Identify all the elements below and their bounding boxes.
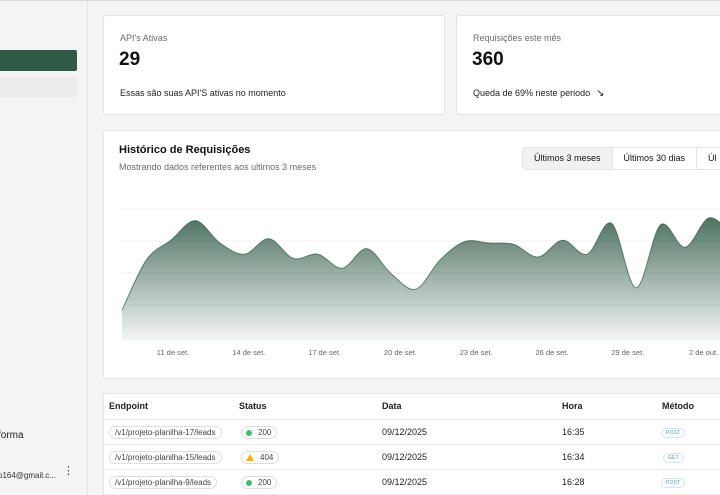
endpoint-badge: /v1/projeto-planilha-17/leads (109, 426, 222, 439)
method-badge: POST (661, 478, 686, 488)
date-cell: 09/12/2025 (382, 427, 428, 437)
column-header-method[interactable]: Método (662, 401, 694, 411)
date-cell: 09/12/2025 (382, 452, 428, 462)
x-tick-label: 26 de set. (536, 348, 569, 357)
sidebar-item[interactable] (0, 77, 77, 97)
time-cell: 16:28 (562, 477, 585, 487)
tab-last-30-days[interactable]: Últimos 30 dias (613, 148, 698, 169)
column-header-date[interactable]: Data (382, 401, 402, 411)
sidebar-org-label[interactable]: forma (0, 430, 24, 441)
range-selector: Últimos 3 meses Últimos 30 dias Úl (522, 147, 720, 170)
stat-card-requests-month: Requisições este mês 360 Queda de 69% ne… (456, 15, 720, 115)
status-ok-icon (246, 479, 252, 486)
status-code: 404 (260, 453, 274, 462)
trend-down-icon: ↘ (596, 88, 605, 99)
status-badge: 200 (241, 476, 278, 489)
x-tick-label: 23 de set. (460, 348, 493, 357)
x-tick-label: 17 de set. (308, 348, 341, 357)
stat-description: Queda de 69% neste periodo ↘ (473, 88, 604, 99)
x-tick-label: 2 de out. (689, 348, 718, 357)
sidebar: forma o164@gmail.c... ⋮ (0, 1, 88, 495)
status-badge: 404 (241, 451, 280, 464)
time-cell: 16:35 (562, 427, 585, 437)
time-cell: 16:34 (562, 452, 585, 462)
top-border (0, 0, 720, 1)
table-row[interactable]: /v1/projeto-planilha-17/leads 200 09/12/… (104, 420, 720, 445)
status-code: 200 (258, 428, 272, 437)
status-code: 200 (258, 478, 272, 487)
chart-x-axis: 11 de set. 14 de set. 17 de set. 20 de set.… (157, 348, 718, 357)
column-header-time[interactable]: Hora (562, 401, 583, 411)
column-header-endpoint[interactable]: Endpoint (109, 401, 148, 411)
more-options-icon[interactable]: ⋮ (63, 464, 74, 478)
table-row[interactable]: /v1/projeto-planilha-9/leads 200 09/12/2… (104, 470, 720, 495)
method-badge: GET (663, 453, 684, 463)
stat-card-active-apis: API's Ativas 29 Essas são suas API'S ati… (103, 15, 445, 115)
stat-label: API's Ativas (120, 33, 168, 43)
stat-description: Essas são suas API'S ativas no momento (120, 88, 286, 98)
requests-history-card: 11 de set. 14 de set. 17 de set. 20 de set.… (103, 130, 720, 379)
user-email: o164@gmail.c... (0, 471, 56, 480)
table-row[interactable]: /v1/projeto-planilha-15/leads 404 09/12/… (104, 445, 720, 470)
stat-value: 360 (472, 49, 504, 70)
status-ok-icon (246, 429, 252, 436)
x-tick-label: 14 de set. (232, 348, 265, 357)
x-tick-label: 20 de set. (384, 348, 417, 357)
stat-label: Requisições este mês (473, 33, 562, 43)
sidebar-item-active[interactable] (0, 50, 77, 71)
status-badge: 200 (241, 426, 278, 439)
endpoint-badge: /v1/projeto-planilha-9/leads (109, 476, 218, 489)
date-cell: 09/12/2025 (382, 477, 428, 487)
x-tick-label: 11 de set. (157, 348, 189, 357)
x-tick-label: 29 de set. (611, 348, 644, 357)
column-header-status[interactable]: Status (239, 401, 267, 411)
chart-title: Histórico de Requisições (119, 144, 251, 156)
chart-subtitle: Mostrando dados referentes aos ultimos 3… (119, 162, 317, 172)
tab-last-7-days[interactable]: Úl (697, 148, 720, 169)
endpoint-badge: /v1/projeto-planilha-15/leads (109, 451, 222, 464)
requests-table: Endpoint Status Data Hora Método /v1/pro… (103, 393, 720, 495)
warning-icon (246, 454, 254, 461)
stat-value: 29 (119, 49, 141, 70)
tab-last-3-months[interactable]: Últimos 3 meses (523, 148, 613, 169)
method-badge: POST (661, 428, 686, 438)
stat-description-text: Queda de 69% neste periodo (473, 88, 591, 98)
